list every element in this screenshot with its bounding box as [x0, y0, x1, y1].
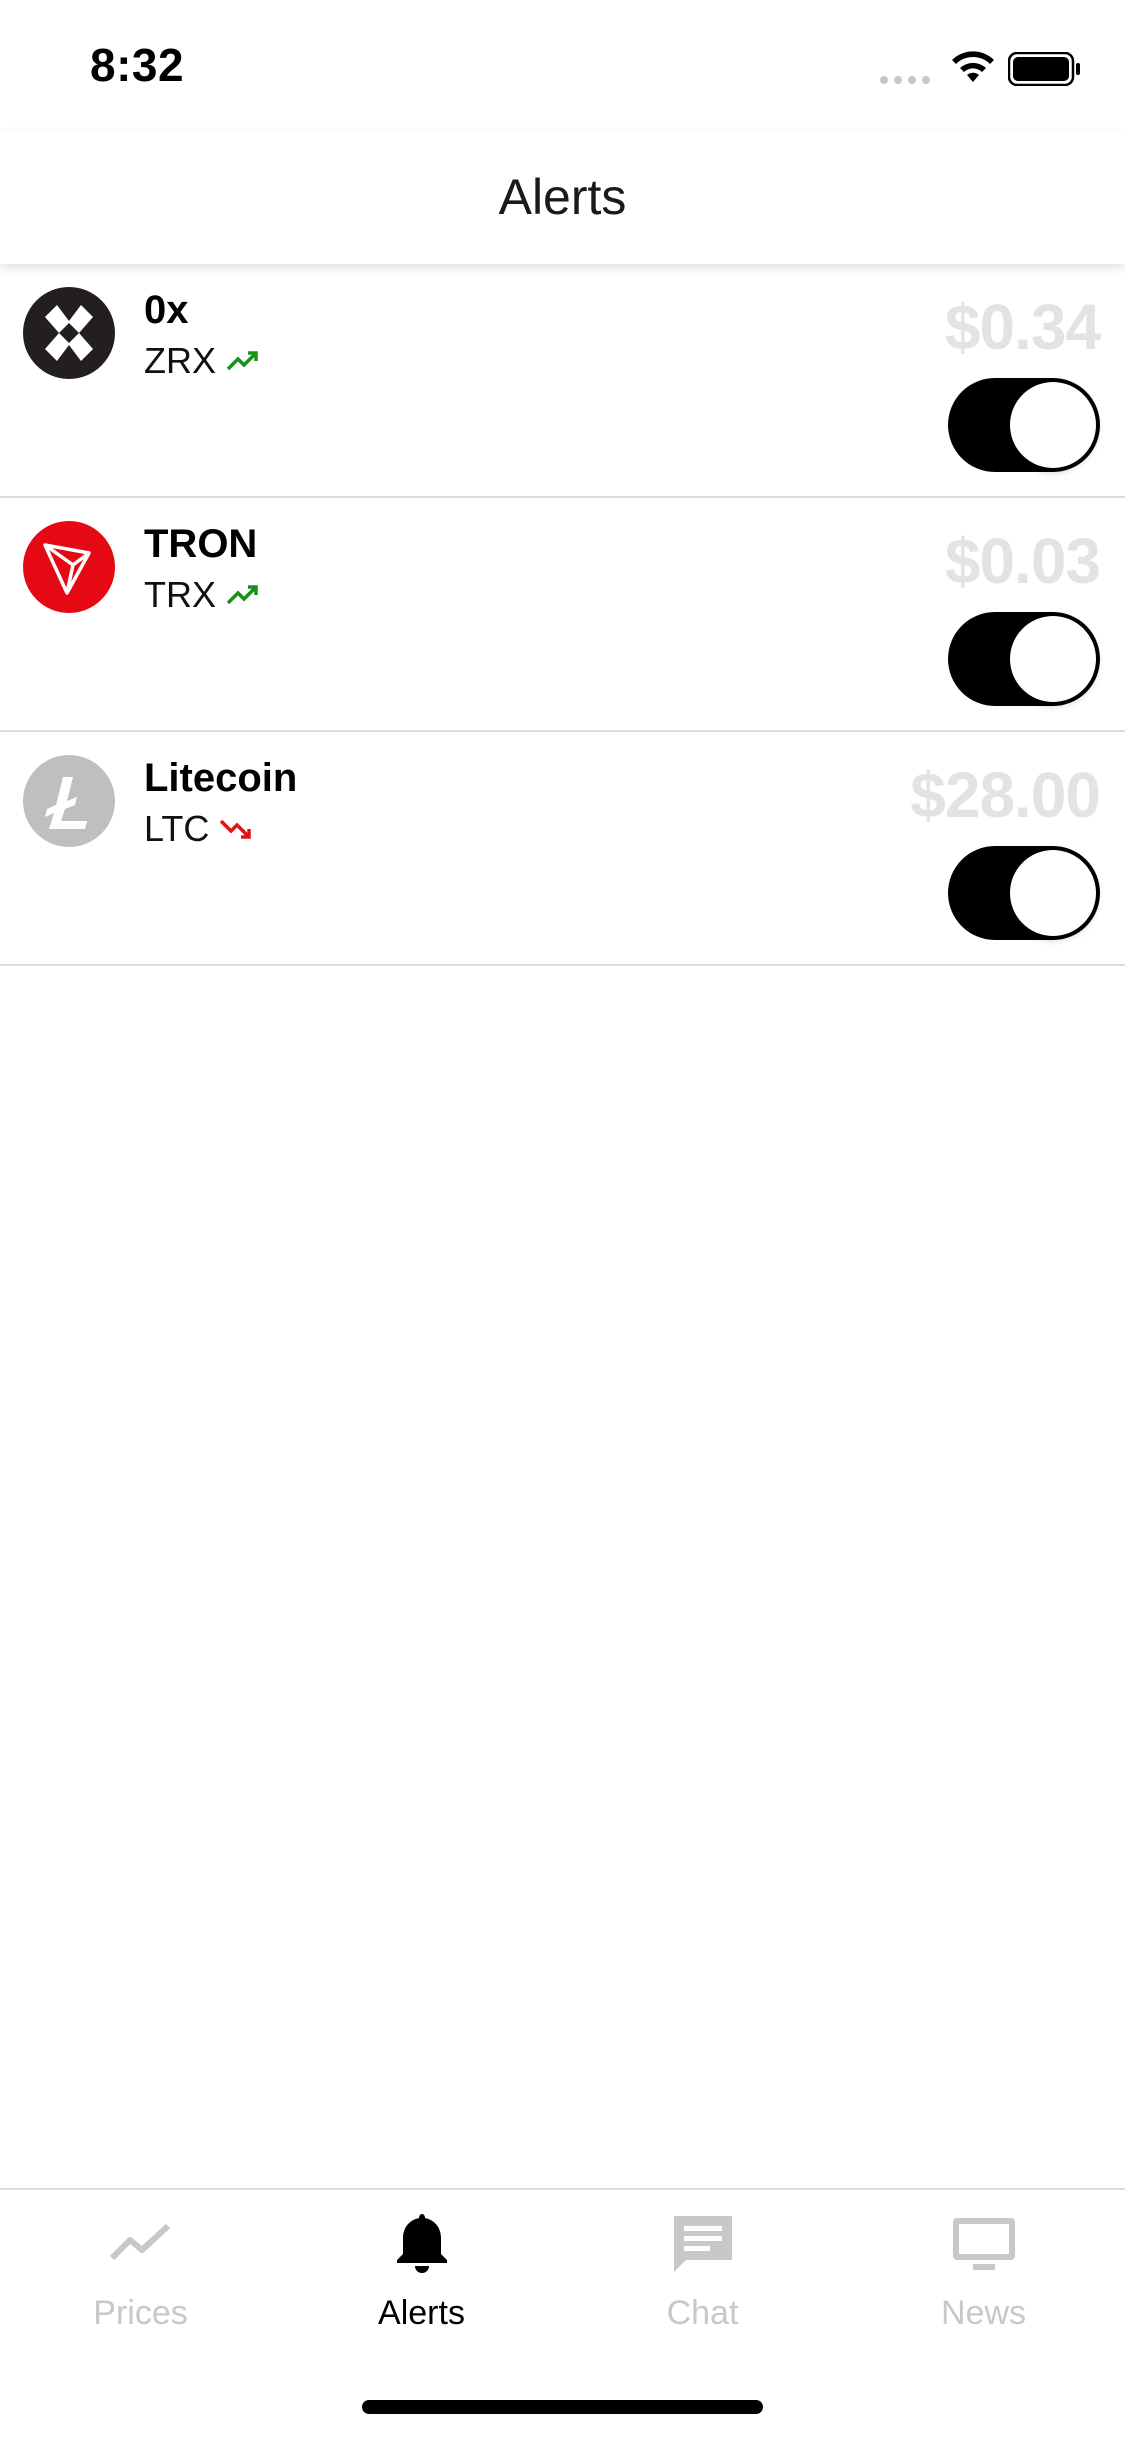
alert-toggle[interactable]: [948, 612, 1100, 706]
alert-row-ltc[interactable]: Litecoin LTC $28.00: [0, 732, 1125, 966]
zrx-logo-icon: [23, 287, 115, 379]
tab-label: Alerts: [378, 2294, 465, 2332]
trend-down-icon: [220, 819, 252, 839]
tab-news[interactable]: News: [843, 2190, 1124, 2370]
coin-symbol-group: LTC: [144, 808, 253, 850]
bell-icon: [396, 2214, 447, 2273]
coin-symbol-group: ZRX: [144, 340, 260, 382]
tab-chat[interactable]: Chat: [562, 2190, 843, 2370]
toggle-knob: [1010, 616, 1096, 702]
tron-logo-icon: [23, 521, 115, 613]
alert-toggle[interactable]: [948, 378, 1100, 472]
battery-icon: [1008, 52, 1080, 86]
wifi-icon: [952, 51, 994, 82]
chat-bubble-icon: [673, 2216, 732, 2272]
coin-symbol: LTC: [144, 808, 210, 849]
coin-symbol-group: TRX: [144, 574, 260, 616]
coin-price: $0.34: [944, 291, 1101, 363]
trend-line-icon: [109, 2223, 170, 2261]
tab-bar: Prices Alerts Chat News: [0, 2188, 1125, 2438]
tab-alerts[interactable]: Alerts: [281, 2190, 562, 2370]
alert-row-zrx[interactable]: 0x ZRX $0.34: [0, 264, 1125, 498]
monitor-icon: [952, 2218, 1015, 2270]
tab-prices[interactable]: Prices: [0, 2190, 281, 2370]
navigation-bar: Alerts: [0, 132, 1125, 264]
coin-price: $0.03: [944, 525, 1101, 597]
status-bar: 8:32: [0, 0, 1125, 132]
toggle-knob: [1010, 382, 1096, 468]
cellular-signal-icon: [880, 76, 930, 84]
home-indicator: [362, 2400, 763, 2414]
coin-name: 0x: [144, 288, 189, 332]
alert-list: 0x ZRX $0.34 TRON TRX $0.03 Litecoin LTC…: [0, 264, 1125, 966]
status-time: 8:32: [90, 39, 185, 91]
coin-symbol: ZRX: [144, 340, 216, 381]
trend-up-icon: [226, 351, 258, 371]
coin-name: TRON: [144, 522, 258, 566]
coin-price: $28.00: [910, 759, 1101, 831]
litecoin-logo-icon: [23, 755, 115, 847]
page-title: Alerts: [498, 169, 627, 225]
alert-row-trx[interactable]: TRON TRX $0.03: [0, 498, 1125, 732]
coin-symbol: TRX: [144, 574, 216, 615]
tab-label: Prices: [93, 2294, 188, 2332]
coin-name: Litecoin: [144, 756, 298, 800]
trend-up-icon: [226, 585, 258, 605]
tab-label: Chat: [666, 2294, 739, 2332]
alert-toggle[interactable]: [948, 846, 1100, 940]
toggle-knob: [1010, 850, 1096, 936]
tab-label: News: [940, 2294, 1027, 2332]
